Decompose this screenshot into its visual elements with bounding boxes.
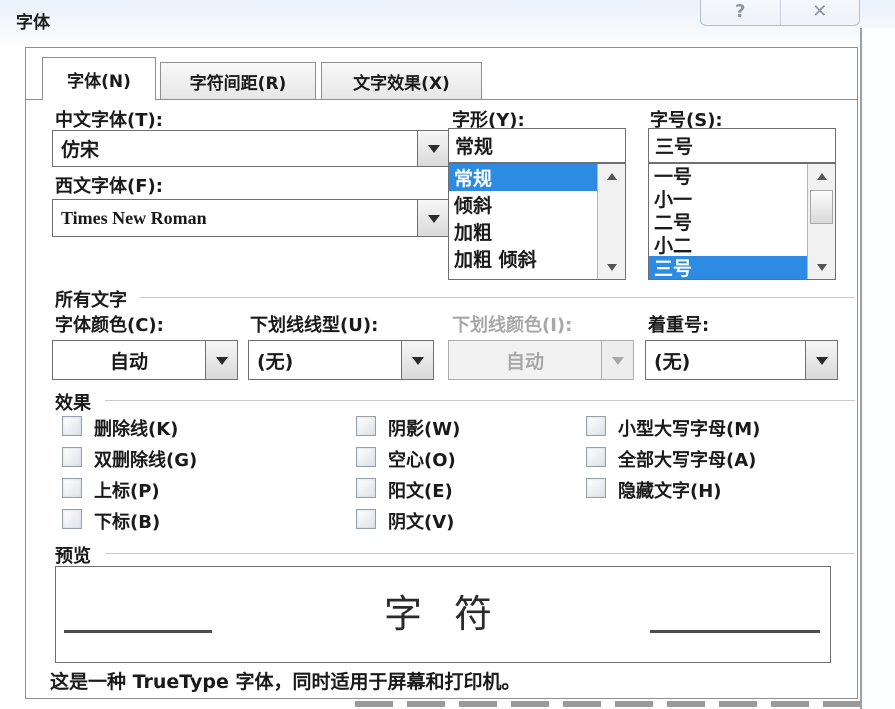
font-color-combobox[interactable]: 自动 (52, 340, 238, 380)
emphasis-mark-combobox[interactable]: (无) (645, 340, 838, 380)
tab-character-spacing-label: 字符间距(R) (190, 69, 287, 94)
help-icon: ? (735, 1, 745, 22)
list-item[interactable]: 一号 (649, 164, 807, 187)
western-font-value: Times New Roman (53, 200, 417, 236)
chinese-font-dropdown-button[interactable] (417, 131, 449, 166)
checkbox-engrave[interactable] (356, 509, 376, 529)
underline-color-dropdown-button (601, 341, 633, 379)
tab-text-effects[interactable]: 文字效果(X) (321, 62, 482, 100)
close-button[interactable]: ✕ (781, 0, 860, 25)
font-color-dropdown-button[interactable] (205, 341, 237, 379)
scroll-down-icon[interactable] (598, 257, 626, 279)
western-font-label: 西文字体(F): (55, 172, 163, 198)
tab-font-label: 字体(N) (67, 67, 131, 92)
font-size-value: 三号 (655, 132, 693, 159)
underline-style-dropdown-button[interactable] (401, 341, 433, 379)
caption-buttons: ? ✕ (700, 0, 860, 26)
scroll-up-icon[interactable] (808, 164, 836, 186)
window-right-border (860, 28, 862, 709)
font-style-value: 常规 (455, 132, 493, 159)
underline-color-label: 下划线颜色(I): (452, 311, 572, 337)
tab-text-effects-label: 文字效果(X) (353, 69, 450, 94)
emphasis-mark-dropdown-button[interactable] (805, 341, 837, 379)
chevron-down-icon (412, 357, 424, 371)
checkbox-strikethrough-label: 删除线(K) (94, 415, 178, 441)
checkbox-small-caps-label: 小型大写字母(M) (618, 415, 760, 441)
font-style-scrollbar[interactable] (597, 164, 625, 279)
western-font-dropdown-button[interactable] (417, 200, 449, 236)
emphasis-mark-value: (无) (646, 341, 805, 379)
font-size-scrollbar[interactable] (807, 164, 835, 279)
underline-color-combobox: 自动 (448, 340, 634, 380)
underline-style-label: 下划线线型(U): (250, 311, 378, 337)
checkbox-engrave-label: 阴文(V) (388, 508, 454, 534)
preview-underline-right (650, 630, 820, 633)
checkbox-shadow[interactable] (356, 416, 376, 436)
chevron-down-icon (612, 357, 624, 371)
font-style-listbox[interactable]: 常规 倾斜 加粗 加粗 倾斜 (448, 163, 626, 280)
chinese-font-label: 中文字体(T): (55, 106, 163, 132)
chinese-font-value: 仿宋 (53, 131, 417, 166)
checkbox-double-strikethrough[interactable] (62, 447, 82, 467)
font-color-value: 自动 (53, 341, 205, 379)
underline-style-value: (无) (249, 341, 401, 379)
chinese-font-combobox[interactable]: 仿宋 (52, 130, 450, 167)
preview-group-label: 预览 (55, 542, 91, 568)
checkbox-subscript-label: 下标(B) (94, 508, 160, 534)
checkbox-shadow-label: 阴影(W) (388, 415, 460, 441)
font-size-listbox[interactable]: 一号 小一 二号 小二 三号 (648, 163, 836, 280)
checkbox-hidden-text-label: 隐藏文字(H) (618, 477, 722, 503)
checkbox-emboss[interactable] (356, 478, 376, 498)
list-item[interactable]: 小二 (649, 233, 807, 256)
checkbox-small-caps[interactable] (586, 416, 606, 436)
list-item[interactable]: 二号 (649, 210, 807, 233)
group-divider (105, 553, 855, 554)
checkbox-outline-label: 空心(O) (388, 446, 456, 472)
list-item[interactable]: 加粗 (449, 218, 597, 245)
chevron-down-icon (428, 215, 440, 229)
group-divider (105, 400, 855, 401)
font-style-input[interactable]: 常规 (448, 128, 626, 163)
checkbox-all-caps[interactable] (586, 447, 606, 467)
checkbox-emboss-label: 阳文(E) (388, 477, 453, 503)
font-description-text: 这是一种 TrueType 字体，同时适用于屏幕和打印机。 (50, 667, 520, 694)
screenshot-edge-artifact (355, 701, 860, 707)
dialog-title: 字体 (16, 8, 50, 33)
checkbox-outline[interactable] (356, 447, 376, 467)
help-button[interactable]: ? (701, 0, 781, 25)
chevron-down-icon (428, 145, 440, 159)
list-item[interactable]: 常规 (449, 164, 597, 191)
list-item[interactable]: 倾斜 (449, 191, 597, 218)
scroll-up-icon[interactable] (598, 164, 626, 186)
all-text-group-label: 所有文字 (55, 286, 127, 312)
scrollbar-thumb[interactable] (810, 190, 833, 224)
underline-color-value: 自动 (449, 341, 601, 379)
effects-group-label: 效果 (55, 389, 91, 415)
checkbox-subscript[interactable] (62, 509, 82, 529)
checkbox-superscript-label: 上标(P) (94, 477, 160, 503)
checkbox-double-strikethrough-label: 双删除线(G) (94, 446, 197, 472)
checkbox-superscript[interactable] (62, 478, 82, 498)
checkbox-strikethrough[interactable] (62, 416, 82, 436)
preview-box: 字 符 (55, 566, 831, 663)
close-icon: ✕ (812, 1, 827, 22)
chevron-down-icon (216, 357, 228, 371)
group-divider (140, 297, 855, 298)
window-edge (862, 28, 895, 709)
tab-character-spacing[interactable]: 字符间距(R) (160, 62, 316, 100)
list-item[interactable]: 加粗 倾斜 (449, 245, 597, 272)
emphasis-mark-label: 着重号: (648, 311, 709, 337)
list-item[interactable]: 三号 (649, 256, 807, 279)
chevron-down-icon (816, 357, 828, 371)
tab-font[interactable]: 字体(N) (42, 57, 156, 100)
underline-style-combobox[interactable]: (无) (248, 340, 434, 380)
font-color-label: 字体颜色(C): (55, 311, 164, 337)
scroll-down-icon[interactable] (808, 257, 836, 279)
western-font-combobox[interactable]: Times New Roman (52, 199, 450, 237)
checkbox-hidden-text[interactable] (586, 478, 606, 498)
checkbox-all-caps-label: 全部大写字母(A) (618, 446, 756, 472)
list-item[interactable]: 小一 (649, 187, 807, 210)
font-size-input[interactable]: 三号 (648, 128, 836, 163)
